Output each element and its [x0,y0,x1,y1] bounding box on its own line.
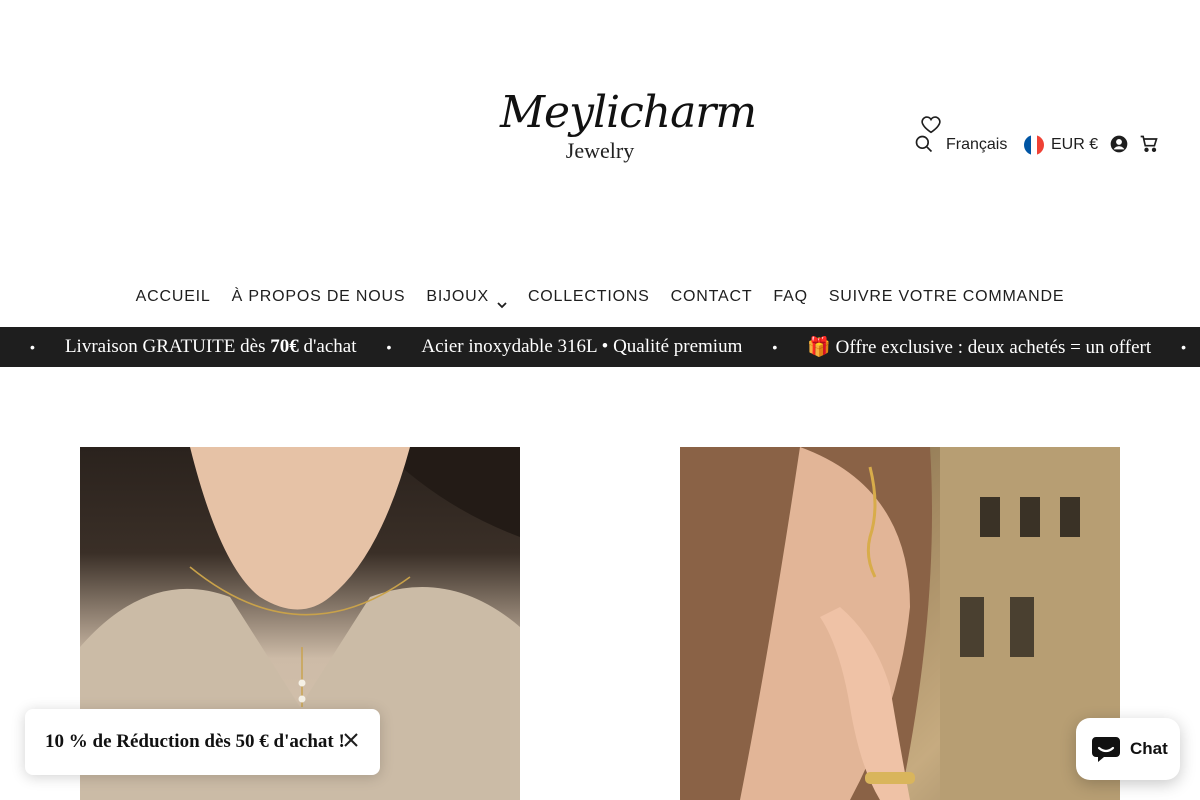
search-icon[interactable] [914,134,936,156]
announcement-track: ert • Livraison GRATUITE dès 70€ d'achat… [0,327,1186,367]
announcement-shipping: Livraison GRATUITE dès 70€ d'achat [35,336,387,358]
product-image-earrings[interactable] [680,447,1120,800]
chat-label: Chat [1130,739,1168,758]
nav-item-bijoux[interactable]: BIJOUX [426,284,507,310]
brand-name: Meylicharm [500,87,757,138]
shipping-text-after: d'achat [298,336,357,357]
language-selector[interactable]: Français [946,134,1007,156]
header-utilities: Français EUR € [908,114,1178,164]
announcement-bar: ert • Livraison GRATUITE dès 70€ d'achat… [0,327,1200,367]
chevron-down-icon [497,293,507,309]
cart-icon[interactable] [1139,134,1161,156]
account-icon[interactable] [1109,134,1131,156]
discount-text: 10 % de Réduction dès 50 € d'achat ! [45,731,345,752]
earrings-photo [680,447,1120,800]
nav-item-suivre-commande[interactable]: SUIVRE VOTRE COMMANDE [829,284,1065,310]
france-flag-icon [1024,135,1044,155]
discount-popup[interactable]: 10 % de Réduction dès 50 € d'achat ! [25,709,380,775]
nav-item-bijoux-label: BIJOUX [426,288,489,305]
chat-bubble-icon [1090,733,1122,765]
shipping-threshold: 70€ [270,336,299,357]
shipping-text-before: Livraison GRATUITE dès [64,336,271,357]
announcement-steel: Acier inoxydable 316L • Qualité premium [421,336,743,357]
main-navigation: ACCUEIL À PROPOS DE NOUS BIJOUX COLLECTI… [0,284,1200,310]
chat-button[interactable]: Chat [1076,718,1180,780]
currency-selector[interactable]: EUR € [1051,134,1098,156]
announcement-fragment: ert [0,336,30,358]
nav-item-faq[interactable]: FAQ [773,284,807,310]
site-header: Meylicharm Jewelry Français EUR € [0,0,1200,270]
nav-item-a-propos[interactable]: À PROPOS DE NOUS [232,284,406,310]
nav-item-accueil[interactable]: ACCUEIL [136,284,211,310]
close-icon[interactable] [342,731,362,751]
brand-logo[interactable]: Meylicharm Jewelry [500,82,757,182]
announcement-offer: 🎁 Offre exclusive : deux achetés = un of… [807,337,1152,358]
nav-item-contact[interactable]: CONTACT [671,284,753,310]
announcement-separator: • [1181,339,1187,355]
nav-item-collections[interactable]: COLLECTIONS [528,284,650,310]
heart-icon[interactable] [920,114,942,136]
